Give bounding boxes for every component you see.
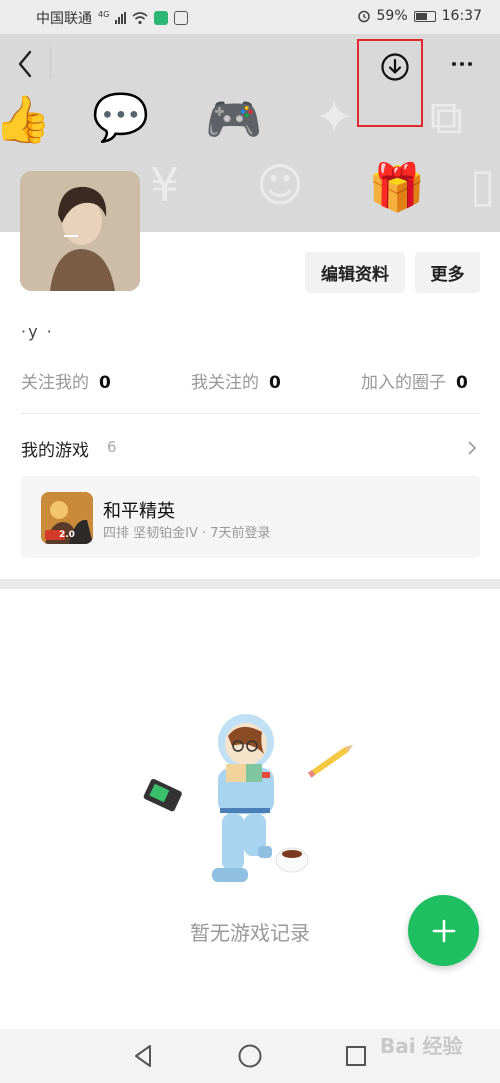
money-bag-icon: ¥ <box>150 158 180 212</box>
game-version-badge: 2.0 <box>59 530 75 540</box>
game-icon: 2.0 <box>41 492 93 544</box>
plus-icon <box>432 919 455 942</box>
alarm-icon <box>357 10 370 23</box>
avatar[interactable] <box>20 171 140 291</box>
stat-label: 我关注的 <box>191 373 259 393</box>
add-game-button[interactable] <box>408 895 479 966</box>
stat-label: 关注我的 <box>21 373 89 393</box>
chevron-right-icon[interactable] <box>466 440 478 456</box>
stat-label: 加入的圈子 <box>361 373 446 393</box>
puzzle-icon: ⧉ <box>430 90 463 144</box>
game-detail: 四排 坚韧铂金IV · 7天前登录 <box>103 526 271 541</box>
battery-percent: 59% <box>376 8 408 24</box>
battery-icon <box>413 10 436 22</box>
signal-icon <box>115 12 127 24</box>
game-card[interactable]: 2.0 和平精英 四排 坚韧铂金IV · 7天前登录 <box>21 476 480 558</box>
stat-followers[interactable]: 关注我的 0 <box>21 368 111 393</box>
back-button[interactable] <box>12 44 40 84</box>
recents-square-icon[interactable] <box>343 1043 369 1069</box>
section-separator <box>0 579 500 589</box>
network-type: 4G <box>98 9 110 19</box>
nav-divider <box>50 46 51 78</box>
ellipsis-button[interactable] <box>452 62 472 66</box>
watermark: Bai 经验 <box>380 1034 463 1058</box>
my-games-title[interactable]: 我的游戏 <box>21 436 89 461</box>
nickname: ·y · <box>21 322 54 341</box>
stats-row: 关注我的 0 我关注的 0 加入的圈子 0 <box>21 368 480 394</box>
gamepad-icon: 🎮 <box>205 92 263 146</box>
wifi-icon <box>132 11 148 24</box>
gift-icon: 🎁 <box>368 160 426 214</box>
thumbs-up-icon: 👍 <box>0 92 52 146</box>
phone-icon: ▯ <box>470 158 496 212</box>
my-games-count: 6 <box>107 438 117 456</box>
stat-value: 0 <box>269 373 281 393</box>
status-bar: 中国联通 4G 59% 16:37 <box>0 0 500 34</box>
download-button[interactable] <box>380 52 410 82</box>
avatar-portrait-icon <box>20 171 140 291</box>
stat-value: 0 <box>456 373 468 393</box>
stat-circles[interactable]: 加入的圈子 0 <box>361 368 468 393</box>
more-button[interactable]: 更多 <box>415 252 480 293</box>
app-notification-icon <box>154 11 169 25</box>
smile-icon: ☺ <box>256 158 304 212</box>
edit-profile-button[interactable]: 编辑资料 <box>305 252 405 293</box>
stat-value: 0 <box>99 373 111 393</box>
divider <box>21 413 480 414</box>
clock: 16:37 <box>441 8 482 24</box>
home-circle-icon[interactable] <box>237 1043 263 1069</box>
astronaut-illustration-icon <box>143 714 354 882</box>
chat-icon: 💬 <box>92 90 150 144</box>
back-triangle-icon[interactable] <box>130 1043 156 1069</box>
hand-notification-icon <box>174 11 189 25</box>
target-icon: ✦ <box>315 90 354 144</box>
stat-following[interactable]: 我关注的 0 <box>191 368 281 393</box>
game-name: 和平精英 <box>103 501 175 522</box>
carrier-label: 中国联通 <box>36 11 92 27</box>
